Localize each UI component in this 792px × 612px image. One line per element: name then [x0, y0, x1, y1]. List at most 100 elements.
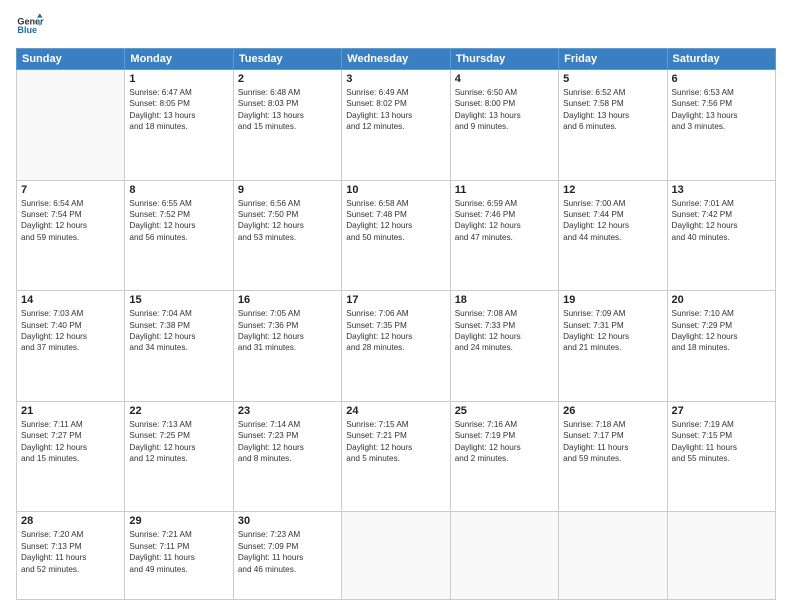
- day-info: Sunrise: 7:19 AM Sunset: 7:15 PM Dayligh…: [672, 419, 771, 465]
- day-number: 23: [238, 405, 337, 417]
- day-info: Sunrise: 7:06 AM Sunset: 7:35 PM Dayligh…: [346, 308, 445, 354]
- col-header-tuesday: Tuesday: [233, 49, 341, 70]
- calendar-cell: 19Sunrise: 7:09 AM Sunset: 7:31 PM Dayli…: [559, 291, 667, 402]
- day-info: Sunrise: 6:53 AM Sunset: 7:56 PM Dayligh…: [672, 87, 771, 133]
- week-row-2: 14 Sunrise: 7:03 AM Sunset: 7:40 PM Dayli…: [17, 291, 776, 402]
- day-info: Sunrise: 7:14 AM Sunset: 7:23 PM Dayligh…: [238, 419, 337, 465]
- day-info: Sunrise: 7:10 AM Sunset: 7:29 PM Dayligh…: [672, 308, 771, 354]
- calendar-cell: [450, 512, 558, 600]
- calendar-cell: 6 Sunrise: 6:53 AM Sunset: 7:56 PM Daylig…: [667, 70, 775, 181]
- logo-icon: General Blue: [16, 12, 44, 40]
- calendar-cell: 22 Sunrise: 7:13 AM Sunset: 7:25 PM Dayli…: [125, 401, 233, 512]
- day-number: 29: [129, 515, 228, 527]
- day-info: Sunrise: 7:04 AM Sunset: 7:38 PM Dayligh…: [129, 308, 228, 354]
- calendar-cell: [342, 512, 450, 600]
- day-info: Sunrise: 7:15 AM Sunset: 7:21 PM Dayligh…: [346, 419, 445, 465]
- day-info: Sunrise: 6:54 AM Sunset: 7:54 PM Dayligh…: [21, 198, 120, 244]
- day-number: 16: [238, 294, 337, 306]
- calendar-cell: [17, 70, 125, 181]
- day-info: Sunrise: 6:52 AM Sunset: 7:58 PM Dayligh…: [563, 87, 662, 133]
- day-number: 20: [672, 294, 771, 306]
- col-header-saturday: Saturday: [667, 49, 775, 70]
- day-info: Sunrise: 7:21 AM Sunset: 7:11 PM Dayligh…: [129, 529, 228, 575]
- day-number: 18: [455, 294, 554, 306]
- day-info: Sunrise: 7:09 AM Sunset: 7:31 PM Dayligh…: [563, 308, 662, 354]
- calendar-table: SundayMondayTuesdayWednesdayThursdayFrid…: [16, 48, 776, 600]
- day-number: 14: [21, 294, 120, 306]
- calendar-cell: 28 Sunrise: 7:20 AM Sunset: 7:13 PM Dayli…: [17, 512, 125, 600]
- day-number: 6: [672, 73, 771, 85]
- day-number: 9: [238, 184, 337, 196]
- calendar-cell: [559, 512, 667, 600]
- day-info: Sunrise: 7:11 AM Sunset: 7:27 PM Dayligh…: [21, 419, 120, 465]
- col-header-friday: Friday: [559, 49, 667, 70]
- calendar-header-row: SundayMondayTuesdayWednesdayThursdayFrid…: [17, 49, 776, 70]
- day-number: 26: [563, 405, 662, 417]
- day-number: 15: [129, 294, 228, 306]
- logo: General Blue: [16, 12, 44, 40]
- week-row-3: 21 Sunrise: 7:11 AM Sunset: 7:27 PM Dayli…: [17, 401, 776, 512]
- day-number: 22: [129, 405, 228, 417]
- calendar-cell: 20 Sunrise: 7:10 AM Sunset: 7:29 PM Dayli…: [667, 291, 775, 402]
- day-info: Sunrise: 6:55 AM Sunset: 7:52 PM Dayligh…: [129, 198, 228, 244]
- day-number: 25: [455, 405, 554, 417]
- col-header-sunday: Sunday: [17, 49, 125, 70]
- calendar-cell: 21 Sunrise: 7:11 AM Sunset: 7:27 PM Dayli…: [17, 401, 125, 512]
- day-info: Sunrise: 7:05 AM Sunset: 7:36 PM Dayligh…: [238, 308, 337, 354]
- day-number: 28: [21, 515, 120, 527]
- day-info: Sunrise: 7:08 AM Sunset: 7:33 PM Dayligh…: [455, 308, 554, 354]
- week-row-4: 28 Sunrise: 7:20 AM Sunset: 7:13 PM Dayli…: [17, 512, 776, 600]
- calendar-cell: 5 Sunrise: 6:52 AM Sunset: 7:58 PM Daylig…: [559, 70, 667, 181]
- calendar-cell: 17 Sunrise: 7:06 AM Sunset: 7:35 PM Dayli…: [342, 291, 450, 402]
- col-header-thursday: Thursday: [450, 49, 558, 70]
- calendar-cell: 9 Sunrise: 6:56 AM Sunset: 7:50 PM Daylig…: [233, 180, 341, 291]
- calendar-cell: 30Sunrise: 7:23 AM Sunset: 7:09 PM Dayli…: [233, 512, 341, 600]
- col-header-wednesday: Wednesday: [342, 49, 450, 70]
- day-number: 8: [129, 184, 228, 196]
- day-number: 10: [346, 184, 445, 196]
- day-number: 12: [563, 184, 662, 196]
- week-row-1: 7 Sunrise: 6:54 AM Sunset: 7:54 PM Daylig…: [17, 180, 776, 291]
- calendar-cell: [667, 512, 775, 600]
- calendar-cell: 14 Sunrise: 7:03 AM Sunset: 7:40 PM Dayli…: [17, 291, 125, 402]
- day-info: Sunrise: 7:23 AM Sunset: 7:09 PM Dayligh…: [238, 529, 337, 575]
- day-info: Sunrise: 7:03 AM Sunset: 7:40 PM Dayligh…: [21, 308, 120, 354]
- day-info: Sunrise: 6:59 AM Sunset: 7:46 PM Dayligh…: [455, 198, 554, 244]
- calendar-cell: 15 Sunrise: 7:04 AM Sunset: 7:38 PM Dayli…: [125, 291, 233, 402]
- col-header-monday: Monday: [125, 49, 233, 70]
- day-info: Sunrise: 7:01 AM Sunset: 7:42 PM Dayligh…: [672, 198, 771, 244]
- calendar-cell: 2Sunrise: 6:48 AM Sunset: 8:03 PM Daylig…: [233, 70, 341, 181]
- day-number: 5: [563, 73, 662, 85]
- day-info: Sunrise: 7:16 AM Sunset: 7:19 PM Dayligh…: [455, 419, 554, 465]
- calendar-cell: 24 Sunrise: 7:15 AM Sunset: 7:21 PM Dayli…: [342, 401, 450, 512]
- day-number: 13: [672, 184, 771, 196]
- calendar-cell: 8 Sunrise: 6:55 AM Sunset: 7:52 PM Daylig…: [125, 180, 233, 291]
- calendar-cell: 25 Sunrise: 7:16 AM Sunset: 7:19 PM Dayli…: [450, 401, 558, 512]
- calendar-cell: 13 Sunrise: 7:01 AM Sunset: 7:42 PM Dayli…: [667, 180, 775, 291]
- calendar-cell: 1Sunrise: 6:47 AM Sunset: 8:05 PM Daylig…: [125, 70, 233, 181]
- calendar-cell: 29 Sunrise: 7:21 AM Sunset: 7:11 PM Dayli…: [125, 512, 233, 600]
- day-info: Sunrise: 6:50 AM Sunset: 8:00 PM Dayligh…: [455, 87, 554, 133]
- calendar-cell: 10 Sunrise: 6:58 AM Sunset: 7:48 PM Dayli…: [342, 180, 450, 291]
- day-info: Sunrise: 6:47 AM Sunset: 8:05 PM Dayligh…: [129, 87, 228, 133]
- page-header: General Blue: [16, 12, 776, 40]
- day-number: 11: [455, 184, 554, 196]
- day-number: 7: [21, 184, 120, 196]
- day-number: 24: [346, 405, 445, 417]
- calendar-cell: 18 Sunrise: 7:08 AM Sunset: 7:33 PM Dayli…: [450, 291, 558, 402]
- calendar-cell: 4Sunrise: 6:50 AM Sunset: 8:00 PM Daylig…: [450, 70, 558, 181]
- day-info: Sunrise: 7:13 AM Sunset: 7:25 PM Dayligh…: [129, 419, 228, 465]
- calendar-cell: 16 Sunrise: 7:05 AM Sunset: 7:36 PM Dayli…: [233, 291, 341, 402]
- day-number: 2: [238, 73, 337, 85]
- day-info: Sunrise: 7:18 AM Sunset: 7:17 PM Dayligh…: [563, 419, 662, 465]
- day-info: Sunrise: 7:00 AM Sunset: 7:44 PM Dayligh…: [563, 198, 662, 244]
- svg-text:Blue: Blue: [17, 25, 37, 35]
- day-info: Sunrise: 7:20 AM Sunset: 7:13 PM Dayligh…: [21, 529, 120, 575]
- day-number: 21: [21, 405, 120, 417]
- week-row-0: 1Sunrise: 6:47 AM Sunset: 8:05 PM Daylig…: [17, 70, 776, 181]
- day-info: Sunrise: 6:56 AM Sunset: 7:50 PM Dayligh…: [238, 198, 337, 244]
- calendar-cell: 7 Sunrise: 6:54 AM Sunset: 7:54 PM Daylig…: [17, 180, 125, 291]
- day-number: 17: [346, 294, 445, 306]
- day-info: Sunrise: 6:58 AM Sunset: 7:48 PM Dayligh…: [346, 198, 445, 244]
- day-number: 27: [672, 405, 771, 417]
